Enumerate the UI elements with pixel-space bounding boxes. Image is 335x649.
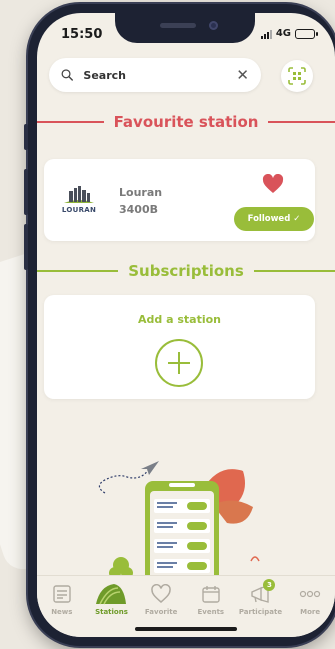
tab-label: Favorite — [144, 608, 178, 616]
add-station-label: Add a station — [138, 313, 221, 326]
followed-button[interactable]: Followed ✓ — [234, 207, 314, 231]
search-bar[interactable]: ✕ — [49, 58, 261, 92]
tab-more[interactable]: More — [286, 582, 334, 637]
qr-scan-button[interactable] — [281, 60, 313, 92]
station-name: Louran — [119, 186, 163, 199]
signal-icon — [260, 29, 272, 39]
volume-up-button — [24, 169, 28, 215]
subscriptions-title: Subscriptions — [128, 262, 244, 280]
tab-label: Events — [197, 608, 225, 616]
volume-down-button — [24, 224, 28, 270]
add-station-plus-icon[interactable] — [155, 339, 203, 387]
status-icons: 4G — [260, 28, 318, 39]
calendar-icon — [202, 586, 220, 603]
favourite-title: Favourite station — [113, 113, 259, 131]
newspaper-icon — [53, 585, 71, 603]
tab-news[interactable]: News — [38, 582, 86, 637]
search-input[interactable] — [83, 68, 237, 82]
battery-icon — [295, 28, 318, 39]
camera — [209, 21, 218, 30]
stations-icon — [96, 584, 127, 605]
tab-label: Stations — [95, 608, 128, 616]
tab-label: More — [300, 608, 321, 616]
speaker — [160, 23, 196, 28]
heart-outline-icon — [151, 584, 171, 603]
add-station-card[interactable]: Add a station — [44, 295, 315, 399]
tab-label: News — [51, 608, 73, 616]
phone-frame: 15:50 4G ✕ Favourite station — [24, 4, 335, 646]
subscriptions-section-header: Subscriptions — [37, 262, 335, 280]
tab-stations[interactable]: Stations — [87, 582, 135, 637]
clear-icon[interactable]: ✕ — [236, 66, 249, 84]
station-logo-text: LOURAN — [61, 206, 97, 214]
more-icon — [300, 590, 321, 598]
network-label: 4G — [275, 28, 291, 39]
qr-scan-icon — [288, 67, 306, 85]
city-skyline-icon — [64, 186, 94, 203]
tab-label: Participate — [238, 608, 283, 616]
notch — [115, 13, 255, 43]
tab-participate[interactable]: 3 Participate — [236, 579, 284, 637]
home-indicator[interactable] — [135, 627, 237, 631]
favourite-station-card[interactable]: LOURAN Louran 3400B Followed ✓ — [44, 159, 315, 241]
phone-illustration — [98, 461, 260, 583]
search-icon — [61, 69, 73, 81]
mute-switch — [24, 124, 28, 150]
station-logo: LOURAN — [59, 185, 99, 219]
status-time: 15:50 — [61, 27, 103, 42]
heart-icon[interactable] — [262, 174, 284, 194]
notification-badge: 3 — [263, 579, 276, 591]
station-code: 3400B — [119, 203, 158, 216]
app-screen: 15:50 4G ✕ Favourite station — [37, 13, 335, 637]
favourite-section-header: Favourite station — [37, 113, 335, 131]
